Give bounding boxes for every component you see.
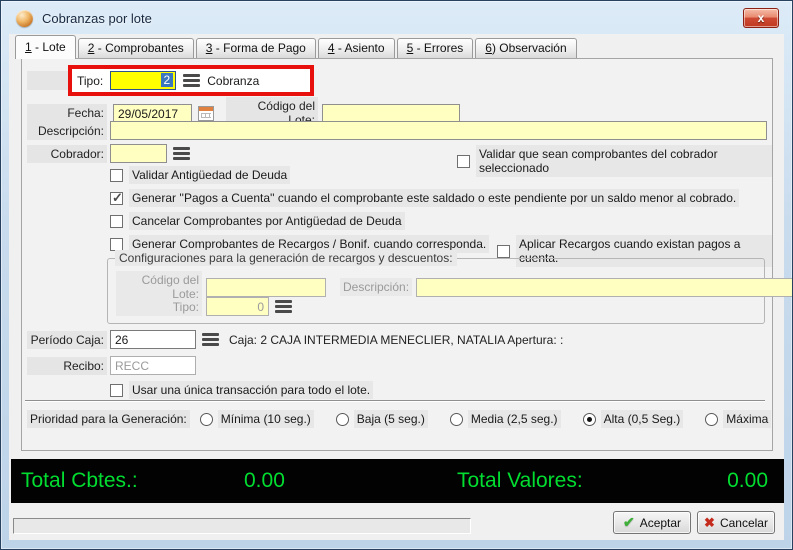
periodo-caja-label: Período Caja: (27, 331, 107, 349)
tab-page-lote: Tipo: 2 Cobranza Fecha: 29/05/2017 Códig… (21, 58, 773, 451)
group-tipo-lookup-menu-icon[interactable] (275, 300, 292, 313)
dialog-client-area: 1 - Lote 2 - Comprobantes 3 - Forma de P… (9, 34, 784, 540)
title-bar: Cobranzas por lote x (3, 3, 790, 34)
tipo-highlight-annotation: Tipo: 2 Cobranza (68, 65, 314, 96)
close-icon: x (758, 11, 765, 25)
checkbox-generar-recargos[interactable] (110, 238, 123, 251)
checkbox-aplicar-recargos[interactable] (497, 245, 510, 258)
checkbox-pagos-a-cuenta[interactable] (110, 192, 123, 205)
cobrador-lookup-menu-icon[interactable] (173, 147, 190, 160)
tipo-label: Tipo: (77, 74, 103, 88)
radio-maxima-circle[interactable] (705, 413, 718, 426)
group-descripcion-label: Descripción: (340, 278, 412, 296)
checkbox-validar-cobrador[interactable] (457, 155, 470, 168)
recibo-label: Recibo: (27, 357, 107, 375)
tab-observacion[interactable]: 6) Observación (475, 38, 576, 58)
group-codigo-lote-input[interactable] (206, 278, 326, 297)
radio-minima[interactable]: Mínima (10 seg.) (200, 410, 314, 428)
checkbox-validar-antiguedad[interactable] (110, 169, 123, 182)
fecha-label: Fecha: (27, 104, 107, 122)
group-descripcion-input[interactable] (416, 278, 793, 297)
tab-errores[interactable]: 5 - Errores (397, 38, 474, 58)
radio-media-circle[interactable] (450, 413, 463, 426)
radio-maxima[interactable]: Máxima (705, 410, 771, 428)
checkbox-cancelar-antiguedad-label[interactable]: Cancelar Comprobantes por Antigüedad de … (129, 212, 405, 230)
prioridad-label: Prioridad para la Generación: (27, 410, 190, 428)
x-icon: ✖ (704, 515, 715, 531)
caja-info-text: Caja: 2 CAJA INTERMEDIA MENECLIER, NATAL… (229, 333, 563, 347)
tipo-label-spacer (27, 71, 71, 90)
aceptar-button[interactable]: ✔ Aceptar (613, 511, 691, 534)
calendar-icon[interactable] (198, 106, 214, 121)
tipo-display-name: Cobranza (207, 74, 259, 88)
radio-baja[interactable]: Baja (5 seg.) (336, 410, 428, 428)
separator-line (25, 400, 765, 402)
descripcion-label: Descripción: (27, 122, 107, 140)
close-button[interactable]: x (743, 8, 779, 28)
tab-strip: 1 - Lote 2 - Comprobantes 3 - Forma de P… (15, 35, 579, 58)
window-title: Cobranzas por lote (42, 11, 152, 26)
checkbox-unica-transaccion-label[interactable]: Usar una única transacción para todo el … (129, 381, 373, 399)
totals-bar: Total Cbtes.: 0.00 Total Valores: 0.00 (11, 459, 784, 503)
total-cbtes-value: 0.00 (244, 469, 285, 493)
periodo-caja-input[interactable]: 26 (110, 330, 196, 349)
app-icon (16, 10, 33, 27)
checkbox-cancelar-antiguedad[interactable] (110, 215, 123, 228)
tipo-input[interactable]: 2 (110, 71, 176, 90)
cobrador-label: Cobrador: (27, 145, 107, 163)
check-icon: ✔ (623, 514, 635, 531)
codigo-lote-input[interactable] (322, 104, 460, 123)
checkbox-pagos-a-cuenta-label[interactable]: Generar ''Pagos a Cuenta'' cuando el com… (129, 189, 739, 207)
radio-alta[interactable]: Alta (0,5 Seg.) (583, 410, 684, 428)
group-configuracion-recargos: Configuraciones para la generación de re… (107, 258, 765, 324)
group-configuracion-recargos-title: Configuraciones para la generación de re… (115, 250, 457, 266)
prioridad-radio-group: Mínima (10 seg.) Baja (5 seg.) Media (2,… (200, 410, 772, 428)
recibo-input: RECC (110, 356, 196, 375)
fecha-input[interactable]: 29/05/2017 (113, 104, 192, 123)
group-tipo-input[interactable]: 0 (206, 297, 269, 316)
tab-asiento[interactable]: 4 - Asiento (318, 38, 395, 58)
cobrador-input[interactable] (110, 144, 167, 163)
tipo-value: 2 (161, 73, 174, 87)
radio-minima-circle[interactable] (200, 413, 213, 426)
radio-media[interactable]: Media (2,5 seg.) (450, 410, 561, 428)
descripcion-input[interactable] (110, 121, 767, 140)
total-cbtes-label: Total Cbtes.: (21, 469, 138, 493)
progress-bar (13, 518, 471, 534)
total-valores-value: 0.00 (727, 469, 768, 493)
tab-lote[interactable]: 1 - Lote (15, 35, 76, 59)
checkbox-validar-cobrador-label[interactable]: Validar que sean comprobantes del cobrad… (476, 145, 772, 177)
radio-alta-circle[interactable] (583, 413, 596, 426)
cancelar-button[interactable]: ✖ Cancelar (697, 511, 775, 534)
tab-forma-de-pago[interactable]: 3 - Forma de Pago (196, 38, 316, 58)
group-tipo-label: Tipo: (116, 298, 202, 316)
checkbox-validar-antiguedad-label[interactable]: Validar Antigüedad de Deuda (129, 166, 290, 184)
tipo-lookup-menu-icon[interactable] (183, 74, 200, 87)
radio-baja-circle[interactable] (336, 413, 349, 426)
total-valores-label: Total Valores: (457, 469, 583, 493)
periodo-caja-lookup-menu-icon[interactable] (202, 333, 219, 346)
checkbox-unica-transaccion[interactable] (110, 384, 123, 397)
dialog-cobranzas-por-lote: Cobranzas por lote x 1 - Lote 2 - Compro… (0, 0, 793, 550)
tab-comprobantes[interactable]: 2 - Comprobantes (78, 38, 194, 58)
